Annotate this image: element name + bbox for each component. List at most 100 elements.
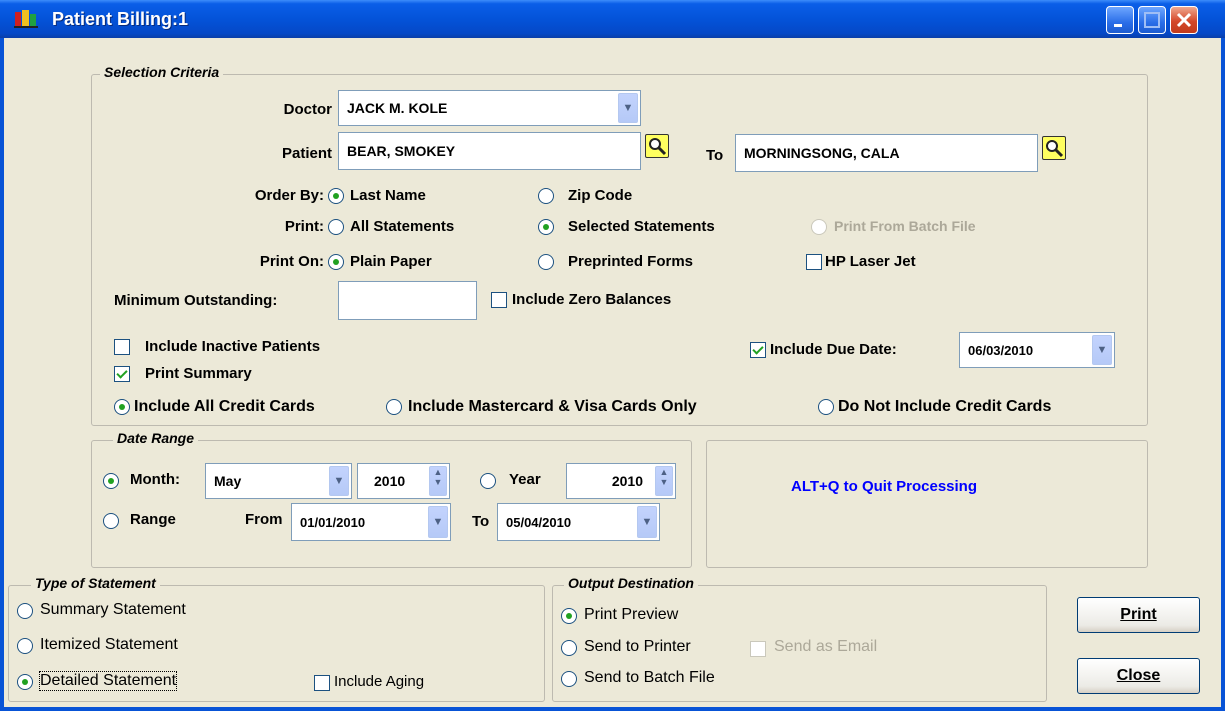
print-selected-label: Selected Statements (568, 218, 715, 235)
due-date-select[interactable]: 06/03/2010 ▼ (959, 332, 1115, 368)
include-aging-label: Include Aging (334, 673, 425, 690)
include-due-date-checkbox[interactable] (750, 342, 766, 358)
cc-none-label: Do Not Include Credit Cards (838, 398, 1052, 415)
doctor-select[interactable]: JACK M. KOLE ▼ (338, 90, 641, 126)
range-from-select[interactable]: 01/01/2010 ▼ (291, 503, 451, 541)
chevron-down-icon[interactable]: ▼ (428, 506, 448, 538)
print-batch-radio (811, 219, 827, 235)
include-zero-label: Include Zero Balances (512, 291, 672, 308)
plain-paper-radio[interactable] (328, 254, 344, 270)
preprinted-radio[interactable] (538, 254, 554, 270)
range-from-label: From (245, 511, 283, 528)
cc-all-label: Include All Credit Cards (134, 398, 315, 415)
patient-from-field[interactable]: BEAR, SMOKEY (338, 132, 641, 170)
range-radio[interactable] (103, 513, 119, 529)
output-destination-legend: Output Destination (564, 575, 698, 591)
hp-laser-checkbox[interactable] (806, 254, 822, 270)
print-on-label: Print On: (259, 253, 324, 270)
year-value: 2010 (611, 473, 643, 489)
close-icon (1176, 12, 1192, 28)
print-preview-radio[interactable] (561, 608, 577, 624)
print-button-label: Print (1120, 606, 1157, 623)
title-bar[interactable]: Patient Billing:1 (0, 0, 1225, 38)
chevron-down-icon[interactable]: ▼ (637, 506, 657, 538)
cc-mc-visa-radio[interactable] (386, 399, 402, 415)
chevron-down-icon[interactable]: ▼ (329, 466, 349, 496)
print-summary-label: Print Summary (145, 365, 252, 382)
send-to-printer-radio[interactable] (561, 640, 577, 656)
send-to-batch-label: Send to Batch File (584, 669, 715, 686)
itemized-statement-radio[interactable] (17, 638, 33, 654)
print-all-label: All Statements (350, 218, 455, 235)
order-by-label: Order By: (254, 187, 324, 204)
order-last-name-radio[interactable] (328, 188, 344, 204)
date-range-legend: Date Range (113, 430, 199, 446)
summary-statement-radio[interactable] (17, 603, 33, 619)
patient-to-field[interactable]: MORNINGSONG, CALA (735, 134, 1038, 172)
summary-statement-label: Summary Statement (40, 601, 186, 618)
spinner-arrows-icon[interactable]: ▲ ▼ (429, 466, 447, 496)
due-date-value: 06/03/2010 (968, 342, 1034, 358)
cc-mc-visa-label: Include Mastercard & Visa Cards Only (408, 398, 697, 415)
detailed-statement-radio[interactable] (17, 674, 33, 690)
include-inactive-label: Include Inactive Patients (145, 338, 321, 355)
info-panel (706, 440, 1148, 568)
print-batch-label: Print From Batch File (834, 218, 976, 234)
patient-label: Patient (281, 145, 332, 162)
month-value: May (214, 473, 242, 489)
include-zero-checkbox[interactable] (491, 292, 507, 308)
minimize-icon (1114, 24, 1122, 27)
maximize-icon (1144, 12, 1160, 28)
range-to-label: To (472, 513, 490, 530)
window-title: Patient Billing:1 (52, 9, 189, 29)
min-outstanding-label: Minimum Outstanding: (114, 292, 278, 309)
print-summary-checkbox[interactable] (114, 366, 130, 382)
print-button[interactable]: Print (1077, 597, 1200, 633)
minimize-button[interactable] (1106, 6, 1134, 34)
print-all-radio[interactable] (328, 219, 344, 235)
range-to-select[interactable]: 05/04/2010 ▼ (497, 503, 660, 541)
patient-from-search-button[interactable] (645, 134, 669, 158)
close-button-label: Close (1116, 667, 1161, 684)
close-button[interactable]: Close (1077, 658, 1200, 694)
detailed-statement-label: Detailed Statement (38, 671, 178, 691)
maximize-button[interactable] (1138, 6, 1166, 34)
patient-to-search-button[interactable] (1042, 136, 1066, 160)
send-to-batch-radio[interactable] (561, 671, 577, 687)
month-radio[interactable] (103, 473, 119, 489)
order-zip-label: Zip Code (568, 187, 633, 204)
hp-laser-label: HP Laser Jet (825, 253, 916, 270)
doctor-label: Doctor (283, 101, 332, 118)
cc-none-radio[interactable] (818, 399, 834, 415)
min-outstanding-input[interactable] (338, 281, 477, 320)
include-due-date-label: Include Due Date: (770, 341, 897, 358)
send-to-printer-label: Send to Printer (584, 638, 691, 655)
app-icon (14, 10, 38, 28)
patient-to-label: To (706, 147, 724, 164)
include-aging-checkbox[interactable] (314, 675, 330, 691)
month-select[interactable]: May ▼ (205, 463, 352, 499)
order-zip-radio[interactable] (538, 188, 554, 204)
year-spinner[interactable]: 2010 ▲ ▼ (566, 463, 676, 499)
doctor-value: JACK M. KOLE (347, 100, 448, 116)
month-year-spinner[interactable]: 2010 ▲ ▼ (357, 463, 450, 499)
plain-paper-label: Plain Paper (350, 253, 432, 270)
order-last-name-label: Last Name (350, 187, 426, 204)
spinner-arrows-icon[interactable]: ▲ ▼ (655, 466, 673, 496)
year-radio[interactable] (480, 473, 496, 489)
patient-from-value: BEAR, SMOKEY (347, 143, 456, 159)
statement-type-legend: Type of Statement (31, 575, 160, 591)
range-from-value: 01/01/2010 (300, 514, 366, 530)
chevron-down-icon[interactable]: ▼ (1092, 335, 1112, 365)
chevron-down-icon[interactable]: ▼ (618, 93, 638, 123)
print-selected-radio[interactable] (538, 219, 554, 235)
month-label: Month: (130, 471, 180, 488)
itemized-statement-label: Itemized Statement (40, 636, 178, 653)
month-year-value: 2010 (374, 473, 406, 489)
range-label: Range (130, 511, 176, 528)
patient-to-value: MORNINGSONG, CALA (744, 145, 900, 161)
include-inactive-checkbox[interactable] (114, 339, 130, 355)
close-window-button[interactable] (1170, 6, 1198, 34)
print-preview-label: Print Preview (584, 606, 679, 623)
cc-all-radio[interactable] (114, 399, 130, 415)
